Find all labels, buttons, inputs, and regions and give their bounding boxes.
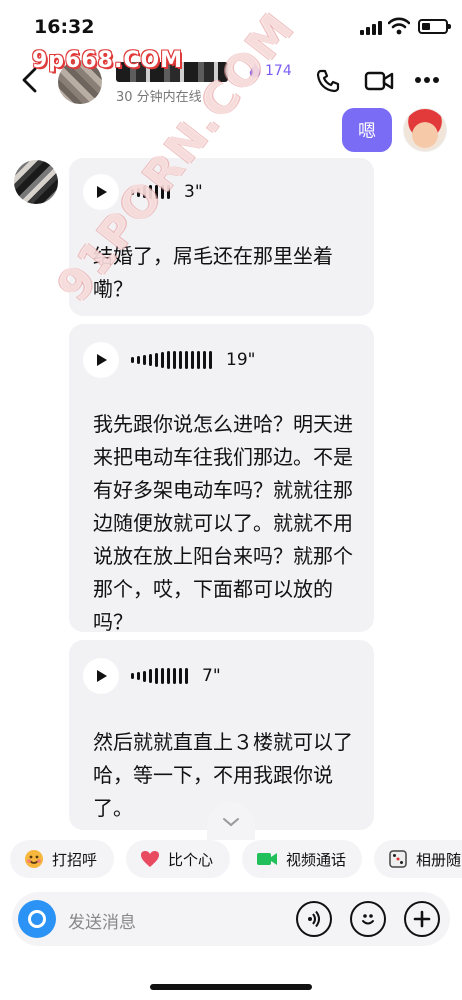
smile-emoji-icon	[24, 849, 44, 869]
battery-level	[422, 23, 430, 30]
chip-label: 视频通话	[286, 850, 347, 869]
play-icon[interactable]	[83, 174, 119, 210]
video-icon	[256, 851, 278, 867]
intimacy-count: 174	[265, 63, 292, 79]
emoji-icon[interactable]	[350, 901, 386, 937]
more-icon[interactable]	[414, 76, 440, 84]
chevron-down-icon	[223, 818, 239, 827]
dice-icon	[388, 849, 408, 869]
voice-player[interactable]: 19"	[83, 342, 255, 378]
waveform-icon	[131, 351, 212, 369]
plus-icon[interactable]	[404, 901, 440, 937]
battery-icon	[418, 19, 451, 34]
voice-duration: 3"	[184, 182, 203, 202]
phone-icon[interactable]	[315, 68, 341, 94]
signal-icon	[360, 21, 382, 35]
my-avatar[interactable]	[403, 108, 447, 152]
waveform-icon	[131, 668, 188, 684]
chip-video-call[interactable]: 视频通话	[242, 840, 362, 878]
heart-icon	[140, 850, 160, 868]
flame-icon	[249, 63, 261, 78]
watermark-top: 9p668.COM	[32, 48, 184, 73]
play-icon[interactable]	[83, 342, 119, 378]
voice-transcript: 结婚了，屌毛还在那里坐着嘞？	[93, 244, 333, 301]
voice-duration: 19"	[226, 350, 256, 370]
peer-avatar[interactable]	[14, 160, 58, 204]
scroll-down-button[interactable]	[207, 802, 255, 842]
camera-icon[interactable]	[18, 900, 56, 938]
voice-message-bubble[interactable]: 7" 然后就就直直上３楼就可以了哈，等一下，不用我跟你说了。	[69, 640, 374, 830]
chip-greet[interactable]: 打招呼	[10, 840, 114, 878]
chip-heart[interactable]: 比个心	[126, 840, 230, 878]
play-icon[interactable]	[83, 658, 119, 694]
message-input[interactable]: 发送消息	[68, 908, 136, 933]
waveform-icon	[131, 185, 170, 199]
home-indicator	[150, 984, 312, 990]
online-status: 30 分钟内在线	[116, 90, 202, 105]
voice-duration: 7"	[202, 666, 221, 686]
chip-label: 相册随	[416, 850, 462, 869]
voice-icon[interactable]	[296, 901, 332, 937]
voice-player[interactable]: 3"	[83, 174, 203, 210]
chip-album[interactable]: 相册随	[374, 840, 462, 878]
voice-message-bubble[interactable]: 19" 我先跟你说怎么进哈？明天进来把电动车往我们那边。不是有好多架电动车吗？就…	[69, 324, 374, 634]
message-text: 嗯	[358, 121, 376, 142]
voice-message-bubble[interactable]: 3" 结婚了，屌毛还在那里坐着嘞？	[69, 158, 374, 316]
quick-reply-chips: 打招呼 比个心 视频通话 相册随	[0, 840, 462, 880]
chip-label: 打招呼	[52, 850, 98, 869]
status-bar: 16:32	[0, 0, 462, 52]
sent-message-bubble[interactable]: 嗯	[342, 108, 392, 152]
video-camera-icon[interactable]	[364, 68, 394, 94]
message-composer: 发送消息	[12, 892, 450, 946]
wifi-icon	[388, 17, 410, 35]
voice-player[interactable]: 7"	[83, 658, 221, 694]
chip-label: 比个心	[168, 850, 214, 869]
status-time: 16:32	[34, 16, 95, 38]
voice-transcript: 我先跟你说怎么进哈？明天进来把电动车往我们那边。不是有好多架电动车吗？就就往那边…	[93, 412, 353, 634]
